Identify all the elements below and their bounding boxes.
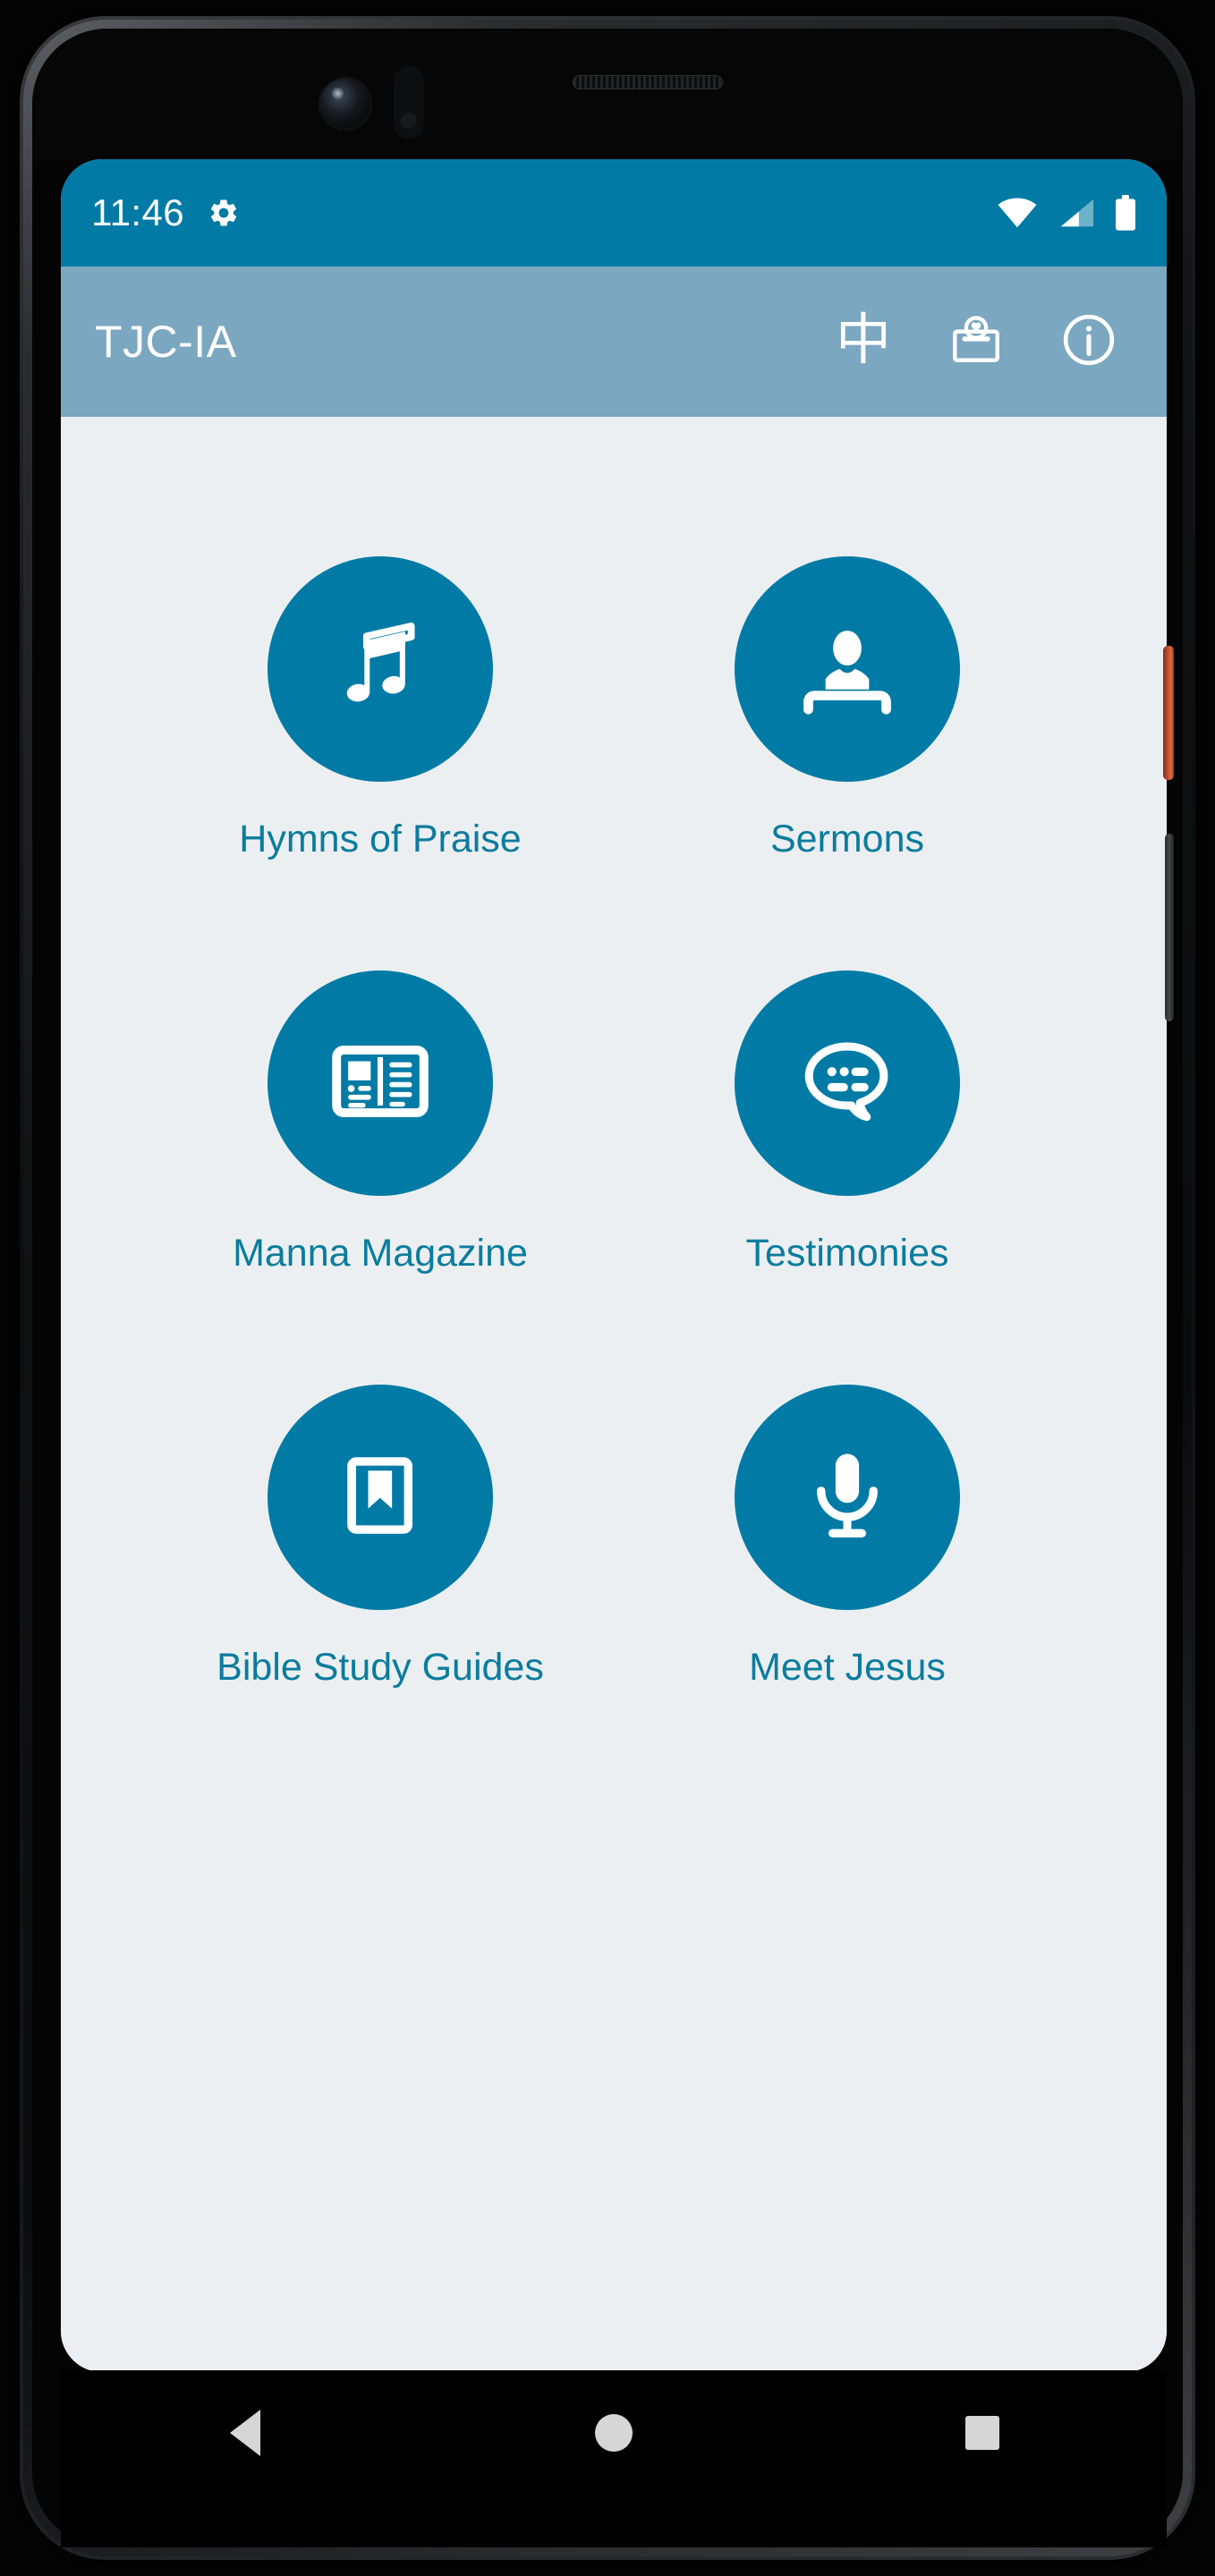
- tile-label: Sermons: [769, 818, 925, 860]
- info-button[interactable]: [1058, 310, 1120, 373]
- info-icon: [1059, 310, 1118, 374]
- tile-testimonies[interactable]: Testimonies: [614, 970, 1081, 1275]
- power-button[interactable]: [1163, 646, 1174, 780]
- phone-top-sensor-area: [32, 29, 1183, 163]
- offering-box-button[interactable]: [945, 310, 1007, 373]
- front-camera-icon: [320, 79, 370, 129]
- tile-label: Manna Magazine: [233, 1232, 528, 1275]
- music-note-icon: [327, 614, 433, 724]
- open-magazine-icon: [326, 1027, 435, 1140]
- nav-home-button[interactable]: [547, 2393, 681, 2473]
- chinese-character-icon: 中: [835, 307, 891, 372]
- status-bar-left: 11:46: [91, 191, 240, 234]
- status-bar: 11:46: [61, 159, 1167, 267]
- tile-manna-magazine[interactable]: Manna Magazine: [147, 970, 614, 1275]
- tile-meet-jesus[interactable]: Meet Jesus: [614, 1385, 1081, 1690]
- offering-box-icon: [947, 310, 1006, 374]
- screenshot-root: 11:46 TJC-IA 中 Hymns of Praise Sermons M…: [0, 0, 1215, 2576]
- circle-home-icon: [595, 2414, 633, 2452]
- tile-icon-circle: [735, 556, 960, 782]
- tile-sermons[interactable]: Sermons: [614, 556, 1081, 861]
- language-toggle-chinese-button[interactable]: 中: [832, 310, 895, 373]
- speech-bubble-icon: [794, 1028, 901, 1140]
- tile-hymns-of-praise[interactable]: Hymns of Praise: [147, 556, 614, 861]
- status-clock: 11:46: [91, 191, 184, 233]
- app-bar-actions: 中: [832, 310, 1133, 373]
- phone-frame: 11:46 TJC-IA 中 Hymns of Praise Sermons M…: [20, 16, 1195, 2560]
- tile-icon-circle: [268, 1385, 493, 1610]
- battery-icon: [1115, 195, 1136, 231]
- gear-icon: [208, 197, 240, 229]
- tile-icon-circle: [735, 1385, 960, 1610]
- earpiece-speaker-icon: [573, 75, 723, 89]
- proximity-sensor-icon: [394, 66, 424, 140]
- tile-icon-circle: [268, 556, 493, 782]
- microphone-icon: [794, 1442, 901, 1554]
- tile-label: Testimonies: [745, 1232, 949, 1275]
- square-recents-icon: [965, 2416, 999, 2450]
- status-bar-right: [997, 195, 1136, 231]
- tile-icon-circle: [268, 970, 493, 1196]
- nav-recents-button[interactable]: [915, 2393, 1049, 2473]
- wifi-icon: [997, 197, 1038, 229]
- volume-button[interactable]: [1165, 834, 1174, 1021]
- bookmarked-book-icon: [327, 1442, 434, 1554]
- preacher-podium-icon: [794, 614, 900, 724]
- tile-bible-study-guides[interactable]: Bible Study Guides: [147, 1385, 614, 1690]
- home-content: Hymns of Praise Sermons Manna Magazine T…: [61, 417, 1167, 2372]
- nav-back-button[interactable]: [178, 2393, 312, 2473]
- android-nav-bar: [61, 2370, 1167, 2496]
- tile-label: Bible Study Guides: [217, 1646, 544, 1689]
- phone-screen: 11:46 TJC-IA 中 Hymns of Praise Sermons M…: [61, 159, 1167, 2372]
- app-bar: TJC-IA 中: [61, 267, 1167, 417]
- tile-icon-circle: [735, 970, 960, 1196]
- app-title: TJC-IA: [95, 317, 237, 367]
- phone-bezel: 11:46 TJC-IA 中 Hymns of Praise Sermons M…: [32, 29, 1183, 2547]
- screen-bottom-fill: [61, 2494, 1167, 2547]
- cellular-signal-icon: [1058, 197, 1095, 229]
- tile-label: Meet Jesus: [749, 1646, 946, 1689]
- feature-grid: Hymns of Praise Sermons Manna Magazine T…: [61, 556, 1167, 1690]
- triangle-back-icon: [230, 2410, 260, 2456]
- tile-label: Hymns of Praise: [239, 818, 522, 860]
